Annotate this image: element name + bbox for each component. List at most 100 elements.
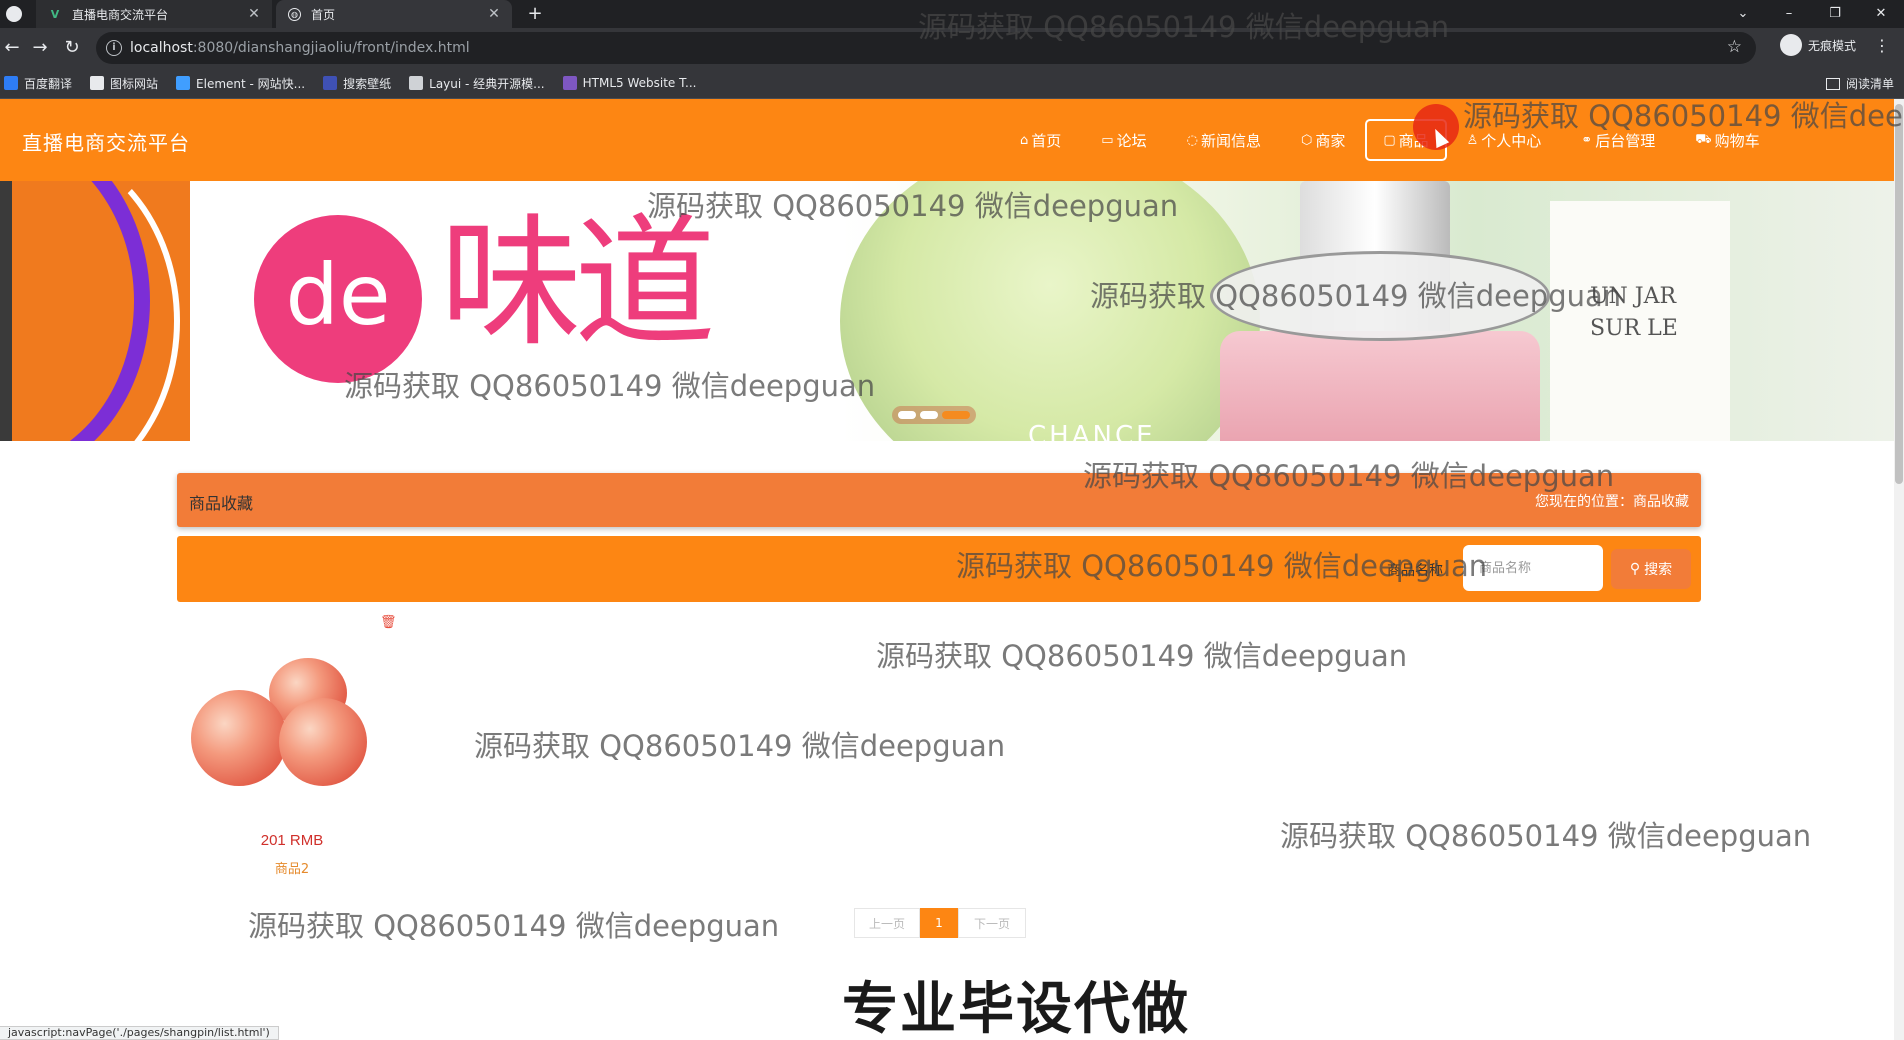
watermark: 源码获取 QQ86050149 微信deepguan (956, 549, 1488, 583)
watermark: 源码获取 QQ86050149 微信deepguan (876, 639, 1408, 673)
forum-icon: ▭ (1101, 132, 1114, 148)
html5-icon (562, 76, 577, 90)
watermark: 源码获取 QQ86050149 微信deepguan (474, 729, 1006, 763)
bookmark-item[interactable]: HTML5 Website T... (562, 76, 697, 90)
nav-item-home[interactable]: ⌂ 首页 (1000, 119, 1081, 161)
banner-prev-slide (0, 181, 190, 441)
tab-title: 直播电商交流平台 (72, 7, 169, 22)
reading-list-button[interactable]: 阅读清单 (1825, 75, 1894, 92)
watermark: 源码获取 QQ86050149 微信deepguan (1463, 99, 1904, 133)
reading-list-icon (1825, 77, 1840, 90)
carousel-dot-active[interactable] (942, 411, 970, 419)
goods-icon: ▢ (1383, 132, 1396, 148)
banner-side-line: SUR LE (1590, 316, 1678, 341)
url-path: :8080/dianshangjiaoliu/front/index.html (192, 40, 470, 56)
info-icon[interactable]: i (106, 40, 122, 56)
search-icon: ⚲ (1629, 561, 1641, 577)
next-page-button[interactable]: 下一页 (958, 908, 1026, 938)
restore-icon[interactable]: ❐ (1812, 0, 1858, 28)
prev-page-button[interactable]: 上一页 (854, 908, 920, 938)
browser-icon (6, 6, 22, 22)
bookmark-item[interactable]: Element - 网站快... (176, 75, 305, 92)
product-name[interactable]: 商品2 (185, 858, 399, 877)
minimize-icon[interactable]: – (1766, 0, 1812, 28)
nav-label: 新闻信息 (1200, 131, 1261, 150)
scrollbar-thumb[interactable] (1895, 104, 1903, 484)
video-caption: 专业毕设代做 (842, 977, 1190, 1040)
tab-search-icon[interactable]: ⌄ (1720, 0, 1766, 28)
carousel-dot[interactable] (920, 411, 938, 419)
bookmark-item[interactable]: 搜索壁纸 (323, 75, 391, 92)
search-button-label: 搜索 (1644, 562, 1673, 578)
bookmark-star-icon[interactable]: ☆ (1727, 37, 1742, 57)
translate-icon (4, 76, 18, 90)
perfume-pink-image (1220, 331, 1540, 441)
browser-tab-2[interactable]: ◍ 首页 ✕ (276, 0, 512, 28)
apple-image (279, 698, 367, 786)
new-tab-button[interactable]: + (524, 3, 546, 25)
pagination: 上一页 1 下一页 (854, 908, 1026, 938)
current-page[interactable]: 1 (920, 908, 958, 938)
reading-list-label: 阅读清单 (1845, 77, 1894, 91)
brand-logo: de (254, 215, 422, 383)
carousel-indicators (892, 406, 976, 424)
back-icon[interactable]: ← (0, 36, 24, 60)
bookmark-label: Element - 网站快... (196, 76, 306, 91)
nav-item-merchants[interactable]: ⬡ 商家 (1281, 119, 1365, 161)
watermark: 源码获取 QQ86050149 微信deepguan (344, 369, 876, 403)
bottle-label: CHANCE (1028, 421, 1156, 441)
home-icon: ⌂ (1020, 132, 1029, 148)
site-title: 直播电商交流平台 (22, 131, 190, 155)
search-button[interactable]: ⚲ 搜索 (1611, 549, 1691, 589)
trash-icon[interactable]: 🗑 (380, 615, 397, 631)
apple-image (191, 690, 287, 786)
product-card[interactable]: 201 RMB 商品2 (185, 650, 399, 880)
product-image[interactable] (185, 656, 375, 796)
window-controls: ⌄ – ❐ ✕ (1720, 0, 1904, 28)
product-price: 201 RMB (260, 832, 324, 849)
incognito-icon (1780, 34, 1802, 56)
nav-item-forum[interactable]: ▭ 论坛 (1081, 119, 1166, 161)
browser-tab-1[interactable]: V 直播电商交流平台 ✕ (36, 0, 272, 28)
bookmark-item[interactable]: 图标网站 (90, 75, 158, 92)
nav-label: 商家 (1315, 131, 1346, 150)
menu-icon[interactable]: ⋮ (1874, 36, 1890, 55)
close-icon[interactable]: ✕ (484, 6, 504, 22)
bookmark-label: 图标网站 (110, 76, 159, 91)
banner-arc (0, 181, 180, 441)
carousel-dot[interactable] (898, 411, 916, 419)
url-host: localhost (130, 40, 193, 56)
bookmark-label: 百度翻译 (24, 76, 73, 91)
watermark: 源码获取 QQ86050149 微信deepguan (1083, 459, 1615, 493)
layui-icon (409, 76, 424, 90)
bookmark-label: Layui - 经典开源模... (429, 76, 545, 91)
bookmark-label: 搜索壁纸 (343, 76, 392, 91)
element-icon (176, 76, 191, 90)
bookmark-item[interactable]: 百度翻译 (4, 75, 72, 92)
close-window-icon[interactable]: ✕ (1858, 0, 1904, 28)
tab-title: 首页 (311, 7, 336, 22)
bookmark-item[interactable]: Layui - 经典开源模... (409, 75, 545, 92)
page-title: 商品收藏 (189, 494, 254, 513)
vue-icon: V (50, 7, 60, 21)
url-text[interactable]: localhost:8080/dianshangjiaoliu/front/in… (130, 40, 470, 56)
watermark: 源码获取 QQ86050149 微信deepguan (248, 909, 780, 943)
reload-icon[interactable]: ↻ (60, 36, 84, 60)
forward-icon[interactable]: → (28, 36, 52, 60)
status-bar-url: javascript:navPage('./pages/shangpin/lis… (0, 1026, 279, 1040)
globe-icon: ◍ (288, 7, 301, 21)
nav-item-news[interactable]: ◌ 新闻信息 (1167, 119, 1281, 161)
profile-label: 无痕模式 (1808, 38, 1857, 53)
watermark: 源码获取 QQ86050149 微信deepguan (918, 10, 1450, 44)
news-icon: ◌ (1186, 132, 1198, 148)
wallpaper-icon (323, 76, 338, 90)
close-icon[interactable]: ✕ (244, 6, 264, 22)
nav-label: 首页 (1031, 131, 1062, 150)
watermark: 源码获取 QQ86050149 微信deepguan (1280, 819, 1812, 853)
incognito-profile[interactable]: 无痕模式 (1780, 34, 1856, 56)
watermark: 源码获取 QQ86050149 微信deepguan (1090, 279, 1622, 313)
nav-label: 论坛 (1116, 131, 1147, 150)
bookmark-label: HTML5 Website T... (582, 76, 697, 90)
watermark: 源码获取 QQ86050149 微信deepguan (647, 189, 1179, 223)
shop-icon: ⬡ (1300, 132, 1313, 148)
